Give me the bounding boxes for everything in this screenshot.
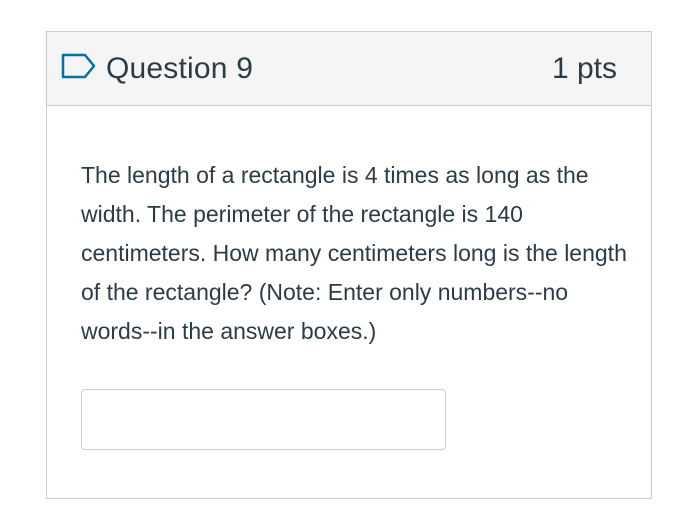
question-title: Question 9 — [106, 52, 254, 85]
flag-icon[interactable] — [61, 53, 97, 79]
answer-input[interactable] — [81, 389, 446, 450]
question-header: Question 9 1 pts — [47, 32, 651, 106]
question-text: The length of a rectangle is 4 times as … — [81, 162, 627, 344]
question-points: 1 pts — [551, 52, 617, 85]
question-card: Question 9 1 pts The length of a rectang… — [46, 31, 652, 499]
